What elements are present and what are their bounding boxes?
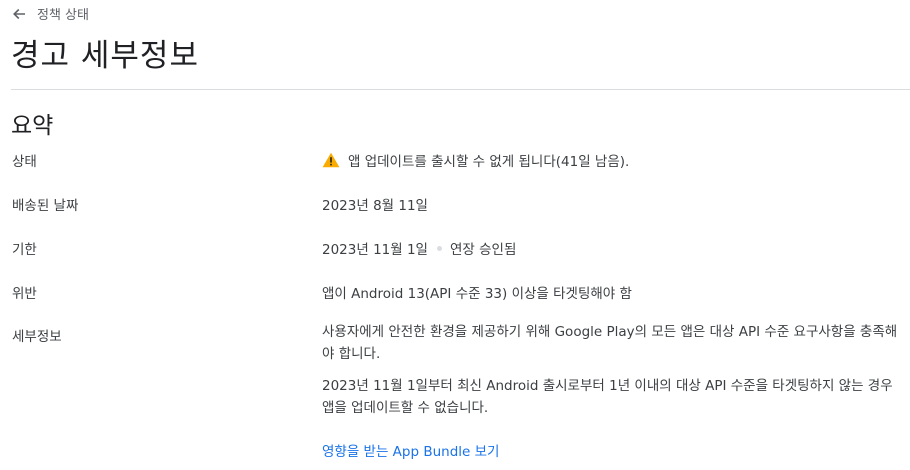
sent-date-value: 2023년 8월 11일 [322, 198, 428, 214]
status-text: 앱 업데이트를 출시할 수 없게 됩니다(41일 남음). [348, 154, 630, 170]
details-label: 세부정보 [12, 329, 62, 345]
warning-details-page: 정책 상태 경고 세부정보 요약 상태 앱 업데이트를 출시할 수 없게 됩니다… [0, 0, 910, 470]
arrow-back-icon [13, 8, 25, 19]
divider [11, 89, 910, 90]
deadline-value: 2023년 11월 1일 연장 승인됨 [322, 238, 516, 258]
back-link-label: 정책 상태 [37, 8, 89, 23]
violation-label: 위반 [12, 286, 37, 302]
view-affected-app-bundles-link[interactable]: 영향을 받는 App Bundle 보기 [322, 440, 499, 460]
status-value: 앱 업데이트를 출시할 수 없게 됩니다(41일 남음). [322, 150, 629, 170]
extension-status: 연장 승인됨 [449, 242, 517, 258]
separator-dot [436, 245, 442, 251]
page-title: 경고 세부정보 [11, 38, 199, 74]
sent-date-label: 배송된 날짜 [12, 198, 79, 214]
warning-icon [322, 152, 340, 168]
deadline-date: 2023년 11월 1일 [322, 242, 428, 258]
deadline-label: 기한 [12, 242, 37, 258]
violation-value: 앱이 Android 13(API 수준 33) 이상을 타겟팅해야 함 [322, 286, 632, 302]
back-to-policy-status-link[interactable]: 정책 상태 [12, 4, 89, 23]
details-paragraph-1: 사용자에게 안전한 환경을 제공하기 위해 Google Play의 모든 앱은… [322, 324, 898, 362]
summary-section-title: 요약 [11, 113, 54, 139]
details-paragraph-2: 2023년 11월 1일부터 최신 Android 출시로부터 1년 이내의 대… [322, 378, 893, 416]
status-label: 상태 [12, 154, 37, 170]
